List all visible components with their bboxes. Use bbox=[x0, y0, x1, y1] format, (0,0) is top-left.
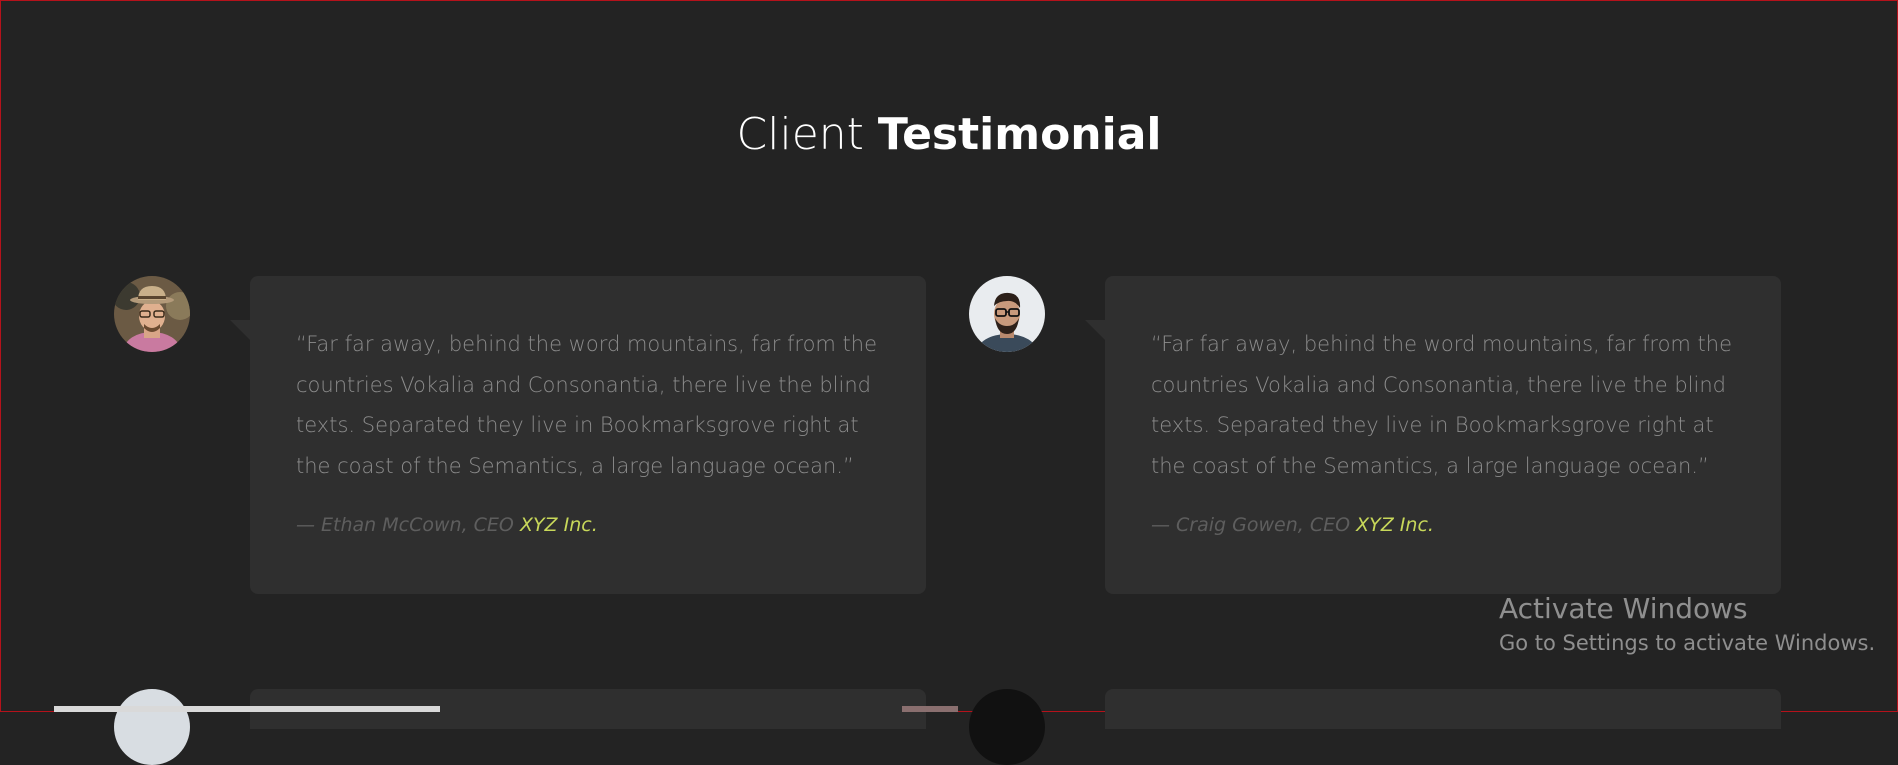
avatar-partial bbox=[969, 689, 1045, 765]
activate-windows-watermark: Activate Windows Go to Settings to activ… bbox=[1499, 592, 1875, 658]
section-title-light: Client bbox=[736, 109, 864, 160]
section-title: Client Testimonial bbox=[0, 108, 1898, 162]
testimonial-quote: “Far far away, behind the word mountains… bbox=[296, 332, 878, 478]
author-name: — Craig Gowen, CEO bbox=[1151, 514, 1351, 536]
testimonial-author: — Ethan McCown, CEO XYZ Inc. bbox=[296, 514, 880, 536]
scroll-marker bbox=[902, 706, 958, 712]
author-company-link[interactable]: XYZ Inc. bbox=[1356, 514, 1434, 536]
author-company-link[interactable]: XYZ Inc. bbox=[520, 514, 598, 536]
horizontal-scrollbar-thumb[interactable] bbox=[54, 706, 440, 712]
person-with-hat-avatar-icon bbox=[114, 276, 190, 352]
avatar-partial bbox=[114, 689, 190, 765]
testimonial-quote: “Far far away, behind the word mountains… bbox=[1151, 332, 1733, 478]
testimonial-card-1: “Far far away, behind the word mountains… bbox=[250, 276, 926, 594]
avatar-ethan bbox=[114, 276, 190, 352]
author-name: — Ethan McCown, CEO bbox=[296, 514, 514, 536]
testimonial-card-2: “Far far away, behind the word mountains… bbox=[1105, 276, 1781, 594]
section-title-bold: Testimonial bbox=[877, 109, 1162, 160]
avatar-craig bbox=[969, 276, 1045, 352]
watermark-subtitle: Go to Settings to activate Windows. bbox=[1499, 631, 1876, 655]
watermark-title: Activate Windows bbox=[1499, 592, 1748, 625]
bearded-man-glasses-avatar-icon bbox=[969, 276, 1045, 352]
testimonial-card-partial bbox=[1105, 689, 1781, 729]
testimonial-author: — Craig Gowen, CEO XYZ Inc. bbox=[1151, 514, 1735, 536]
